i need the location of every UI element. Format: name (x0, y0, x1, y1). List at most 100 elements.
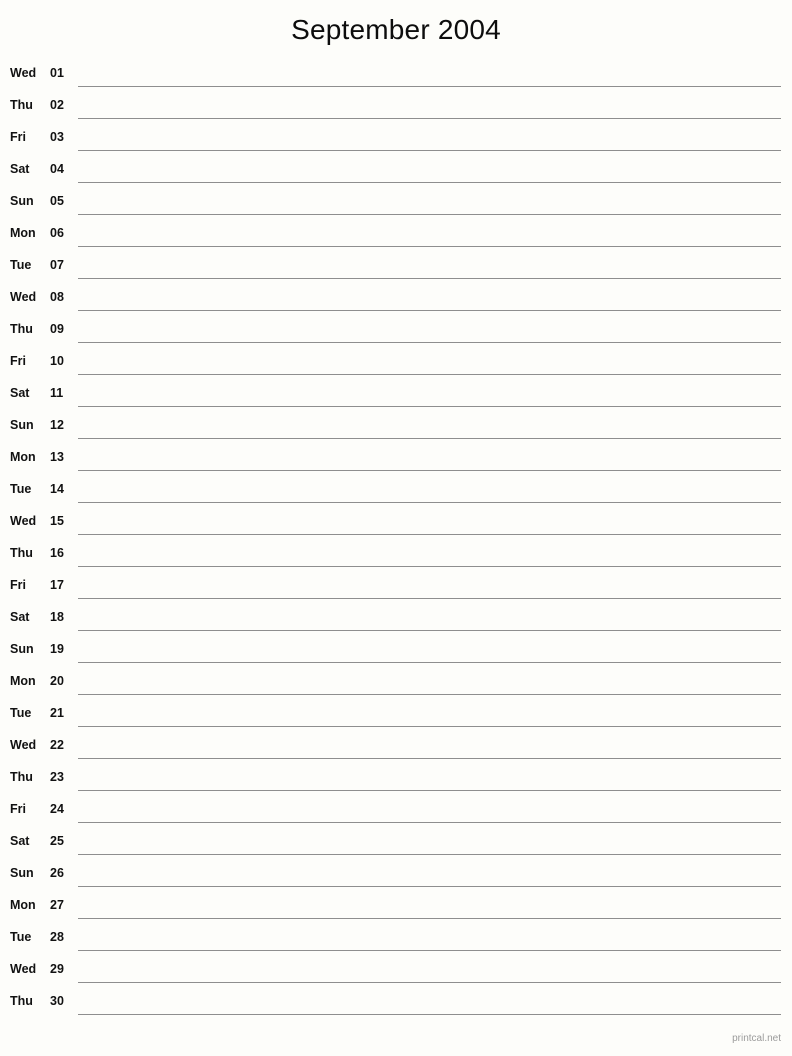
day-number: 12 (50, 418, 64, 432)
note-write-line[interactable] (78, 342, 781, 343)
day-row[interactable]: Wed 15 (0, 508, 792, 540)
day-row[interactable]: Fri 24 (0, 796, 792, 828)
day-row[interactable]: Fri 10 (0, 348, 792, 380)
day-row[interactable]: Fri 03 (0, 124, 792, 156)
page-title: September 2004 (291, 14, 501, 45)
day-row[interactable]: Tue 28 (0, 924, 792, 956)
weekday-label: Sun (10, 866, 34, 880)
note-write-line[interactable] (78, 278, 781, 279)
day-row[interactable]: Mon 27 (0, 892, 792, 924)
note-write-line[interactable] (78, 726, 781, 727)
day-row[interactable]: Wed 08 (0, 284, 792, 316)
note-write-line[interactable] (78, 662, 781, 663)
day-number: 22 (50, 738, 64, 752)
day-number: 14 (50, 482, 64, 496)
footer-credit-link[interactable]: printcal.net (732, 1032, 781, 1046)
day-row[interactable]: Tue 07 (0, 252, 792, 284)
day-row[interactable]: Sat 25 (0, 828, 792, 860)
note-write-line[interactable] (78, 566, 781, 567)
note-write-line[interactable] (78, 118, 781, 119)
note-write-line[interactable] (78, 854, 781, 855)
day-row-labels: Wed 08 (0, 284, 78, 316)
note-write-line[interactable] (78, 534, 781, 535)
weekday-label: Tue (10, 930, 32, 944)
day-row-labels: Sun 12 (0, 412, 78, 444)
day-row[interactable]: Sun 12 (0, 412, 792, 444)
note-write-line[interactable] (78, 950, 781, 951)
day-number: 30 (50, 994, 64, 1008)
note-write-line[interactable] (78, 374, 781, 375)
weekday-label: Wed (10, 962, 37, 976)
day-row[interactable]: Sun 05 (0, 188, 792, 220)
note-write-line[interactable] (78, 150, 781, 151)
weekday-label: Thu (10, 546, 33, 560)
note-write-line[interactable] (78, 438, 781, 439)
day-row-labels: Fri 03 (0, 124, 78, 156)
note-write-line[interactable] (78, 598, 781, 599)
day-row-labels: Sun 26 (0, 860, 78, 892)
day-row-labels: Mon 13 (0, 444, 78, 476)
note-write-line[interactable] (78, 182, 781, 183)
day-number: 21 (50, 706, 64, 720)
weekday-label: Sat (10, 386, 30, 400)
day-row[interactable]: Thu 30 (0, 988, 792, 1020)
note-write-line[interactable] (78, 502, 781, 503)
note-write-line[interactable] (78, 982, 781, 983)
day-number: 29 (50, 962, 64, 976)
note-write-line[interactable] (78, 1014, 781, 1015)
day-row[interactable]: Wed 29 (0, 956, 792, 988)
weekday-label: Fri (10, 578, 26, 592)
note-write-line[interactable] (78, 470, 781, 471)
day-row-labels: Tue 28 (0, 924, 78, 956)
day-row[interactable]: Tue 14 (0, 476, 792, 508)
day-row[interactable]: Sat 18 (0, 604, 792, 636)
day-row-labels: Sat 18 (0, 604, 78, 636)
day-row[interactable]: Mon 06 (0, 220, 792, 252)
note-write-line[interactable] (78, 86, 781, 87)
weekday-label: Wed (10, 738, 37, 752)
day-row[interactable]: Wed 01 (0, 60, 792, 92)
day-number: 11 (50, 386, 64, 400)
day-number: 28 (50, 930, 64, 944)
weekday-label: Sat (10, 834, 30, 848)
day-row[interactable]: Sat 04 (0, 156, 792, 188)
note-write-line[interactable] (78, 406, 781, 407)
day-row-labels: Sat 25 (0, 828, 78, 860)
day-row[interactable]: Thu 16 (0, 540, 792, 572)
day-row[interactable]: Wed 22 (0, 732, 792, 764)
day-row[interactable]: Thu 23 (0, 764, 792, 796)
day-row[interactable]: Thu 09 (0, 316, 792, 348)
day-row[interactable]: Sun 19 (0, 636, 792, 668)
note-write-line[interactable] (78, 758, 781, 759)
note-write-line[interactable] (78, 214, 781, 215)
day-row[interactable]: Tue 21 (0, 700, 792, 732)
day-rows-list: Wed 01 Thu 02 Fri 03 Sat 04 Sun 05 Mon 06 Tue 07 Wed 08… (0, 60, 792, 1020)
day-row[interactable]: Sat 11 (0, 380, 792, 412)
weekday-label: Thu (10, 322, 33, 336)
day-row-labels: Wed 29 (0, 956, 78, 988)
calendar-page: September 2004 Wed 01 Thu 02 Fri 03 Sat 04 Sun 05… (0, 0, 792, 1056)
note-write-line[interactable] (78, 886, 781, 887)
day-row-labels: Sun 05 (0, 188, 78, 220)
day-number: 04 (50, 162, 64, 176)
note-write-line[interactable] (78, 694, 781, 695)
weekday-label: Thu (10, 994, 33, 1008)
day-row[interactable]: Mon 20 (0, 668, 792, 700)
note-write-line[interactable] (78, 630, 781, 631)
note-write-line[interactable] (78, 790, 781, 791)
day-row[interactable]: Fri 17 (0, 572, 792, 604)
note-write-line[interactable] (78, 822, 781, 823)
day-row-labels: Fri 17 (0, 572, 78, 604)
day-row[interactable]: Mon 13 (0, 444, 792, 476)
weekday-label: Mon (10, 898, 36, 912)
day-number: 10 (50, 354, 64, 368)
day-row[interactable]: Thu 02 (0, 92, 792, 124)
day-number: 16 (50, 546, 64, 560)
weekday-label: Tue (10, 258, 32, 272)
note-write-line[interactable] (78, 246, 781, 247)
title-bar: September 2004 (0, 0, 792, 60)
weekday-label: Mon (10, 674, 36, 688)
note-write-line[interactable] (78, 310, 781, 311)
note-write-line[interactable] (78, 918, 781, 919)
day-row[interactable]: Sun 26 (0, 860, 792, 892)
